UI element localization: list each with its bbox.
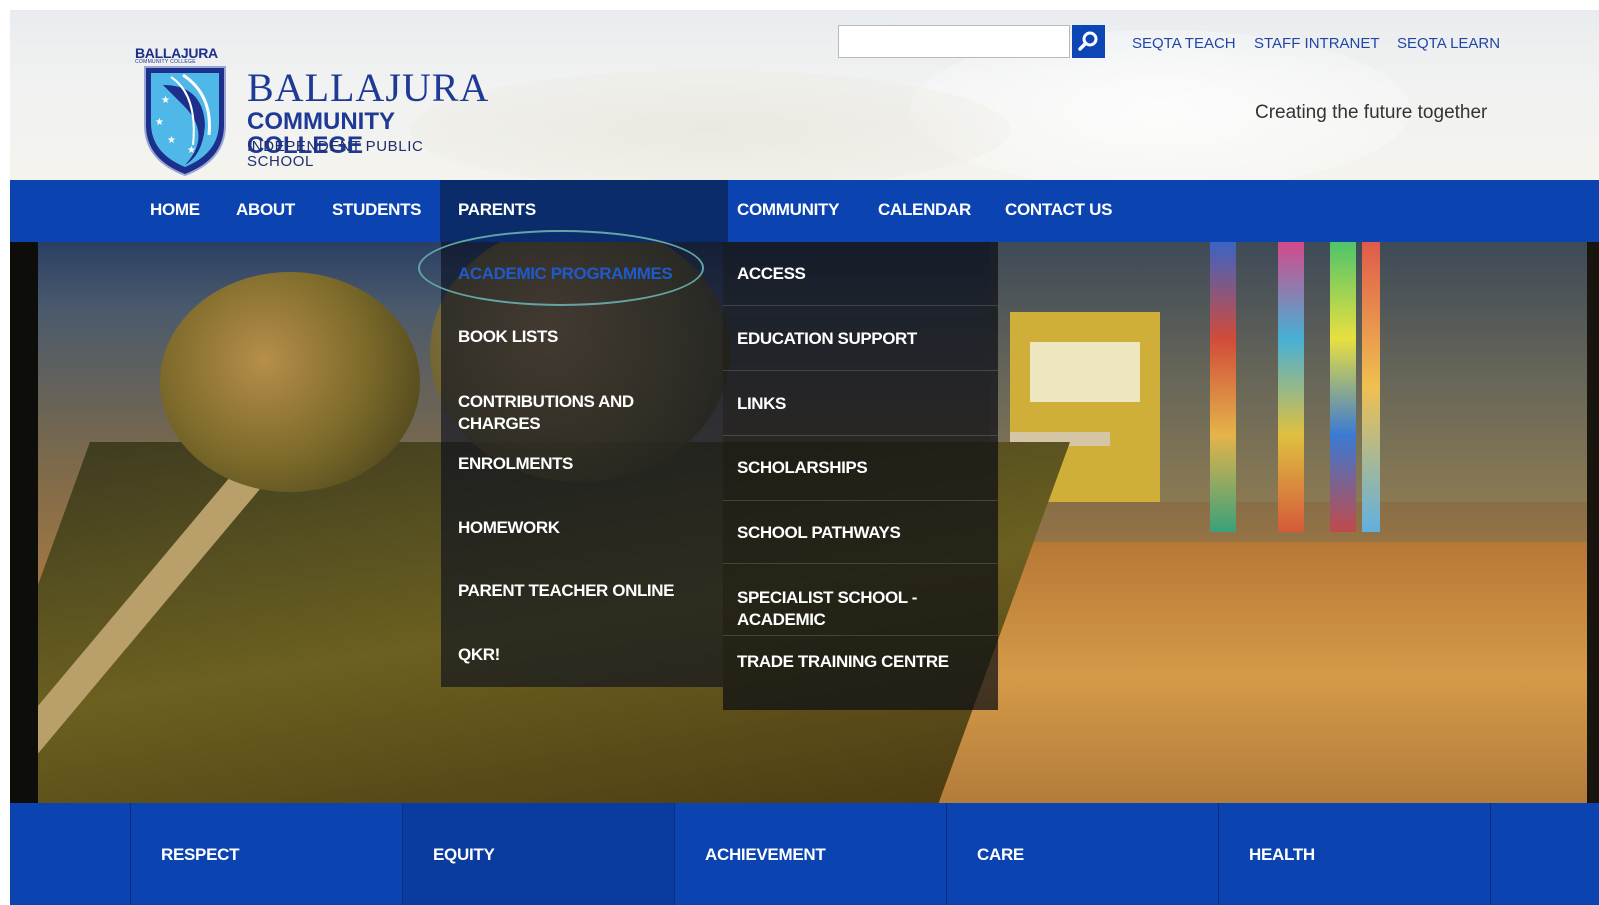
divider (723, 370, 998, 371)
dropdown-item-contributions[interactable]: CONTRIBUTIONS AND CHARGES (458, 391, 678, 435)
tree (160, 272, 420, 492)
sky-cloud (410, 70, 1010, 180)
dropdown-item-trade-training-centre[interactable]: TRADE TRAINING CENTRE (737, 651, 987, 673)
nav-calendar[interactable]: CALENDAR (878, 200, 971, 220)
nav-contact-us[interactable]: CONTACT US (1005, 200, 1112, 220)
main-nav: HOME ABOUT STUDENTS PARENTS COMMUNITY CA… (10, 180, 1599, 242)
divider (723, 635, 998, 636)
nav-about[interactable]: ABOUT (236, 200, 295, 220)
value-cell-health[interactable]: HEALTH (1218, 803, 1491, 905)
nav-home[interactable]: HOME (150, 200, 200, 220)
divider (723, 305, 998, 306)
value-cell-respect[interactable]: RESPECT (130, 803, 403, 905)
art-pillar (1278, 242, 1304, 532)
dropdown-item-scholarships[interactable]: SCHOLARSHIPS (737, 457, 987, 479)
divider (723, 563, 998, 564)
art-pillar (1362, 242, 1380, 532)
dropdown-item-parent-teacher-online[interactable]: PARENT TEACHER ONLINE (458, 580, 718, 602)
dropdown-item-qkr[interactable]: QKR! (458, 644, 698, 666)
search-button[interactable] (1072, 25, 1105, 58)
dropdown-item-specialist-school[interactable]: SPECIALIST SCHOOL - ACADEMIC (737, 587, 937, 631)
building-window (1030, 342, 1140, 402)
logo-title: BALLAJURA (247, 65, 490, 110)
link-staff-intranet[interactable]: STAFF INTRANET (1254, 35, 1380, 52)
value-label: RESPECT (161, 845, 240, 864)
value-cell-empty (1490, 803, 1599, 905)
value-label: EQUITY (433, 845, 495, 864)
nav-students[interactable]: STUDENTS (332, 200, 422, 220)
art-pillar (1210, 242, 1236, 532)
top-strip (0, 0, 1599, 10)
value-cell-achievement[interactable]: ACHIEVEMENT (674, 803, 947, 905)
hero-edge (10, 242, 38, 803)
college-crest-icon: ★ ★ ★ ★ (144, 66, 226, 177)
dropdown-item-homework[interactable]: HOMEWORK (458, 517, 698, 539)
svg-text:★: ★ (187, 145, 196, 156)
search-input[interactable] (838, 25, 1070, 58)
dropdown-item-school-pathways[interactable]: SCHOOL PATHWAYS (737, 522, 987, 544)
svg-text:★: ★ (167, 135, 176, 146)
dropdown-item-enrolments[interactable]: ENROLMENTS (458, 453, 698, 475)
value-label: CARE (977, 845, 1024, 864)
hero-edge (1587, 242, 1599, 803)
divider (723, 500, 998, 501)
values-bar: RESPECT EQUITY ACHIEVEMENT CARE HEALTH (10, 803, 1599, 905)
site-tagline: Creating the future together (1255, 102, 1488, 123)
nav-parents[interactable]: PARENTS (458, 200, 536, 220)
art-pillar (1330, 242, 1356, 532)
value-cell-equity[interactable]: EQUITY (402, 803, 675, 905)
dropdown-item-book-lists[interactable]: BOOK LISTS (458, 326, 698, 348)
value-label: ACHIEVEMENT (705, 845, 826, 864)
link-seqta-learn[interactable]: SEQTA LEARN (1397, 35, 1500, 52)
svg-text:★: ★ (161, 95, 170, 106)
college-logo[interactable]: BALLAJURA COMMUNITY COLLEGE ★ ★ ★ ★ BALL… (135, 35, 488, 180)
svg-text:★: ★ (155, 117, 164, 128)
logo-tagline: INDEPENDENT PUBLIC SCHOOL (247, 138, 424, 170)
annotation-circle (418, 230, 704, 306)
nav-community[interactable]: COMMUNITY (737, 200, 839, 220)
dropdown-item-links[interactable]: LINKS (737, 393, 987, 415)
dropdown-item-access[interactable]: ACCESS (737, 263, 987, 285)
value-label: HEALTH (1249, 845, 1315, 864)
dropdown-item-education-support[interactable]: EDUCATION SUPPORT (737, 328, 987, 350)
search-icon (1078, 31, 1098, 51)
link-seqta-teach[interactable]: SEQTA TEACH (1132, 35, 1236, 52)
divider (723, 435, 998, 436)
value-cell-care[interactable]: CARE (946, 803, 1219, 905)
